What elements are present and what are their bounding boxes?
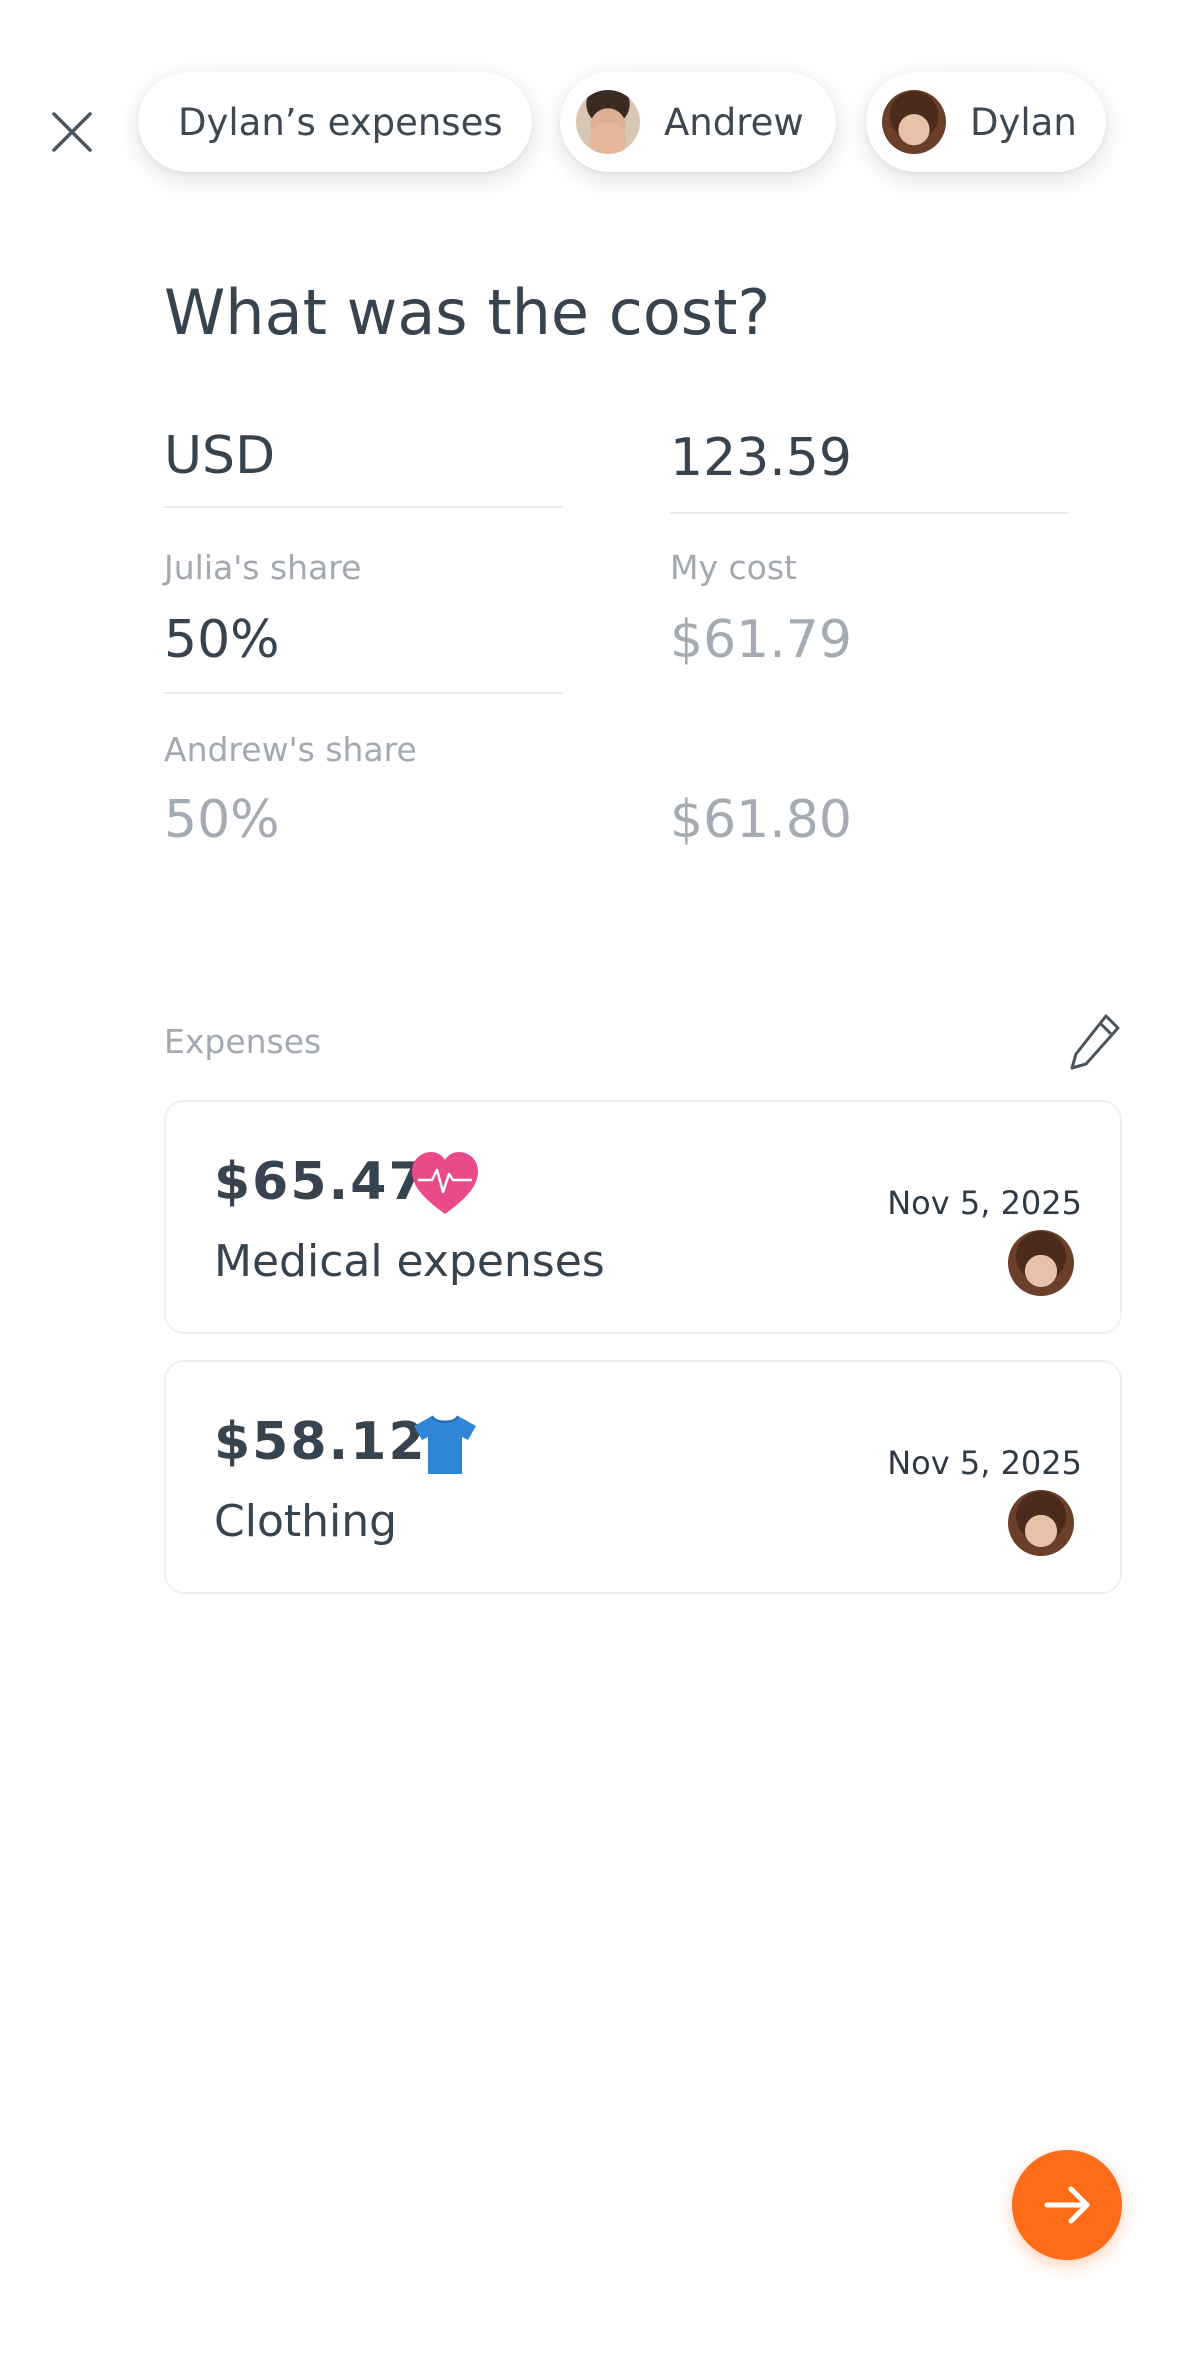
currency-field[interactable]: USD [164,426,275,486]
expense-date: Nov 5, 2025 [887,1444,1082,1482]
expense-card[interactable]: $65.47 Medical expenses Nov 5, 2025 [164,1100,1122,1334]
andrew-share-label: Andrew's share [164,730,417,769]
expense-amount: $65.47 [214,1152,427,1212]
next-button[interactable] [1012,2150,1122,2260]
tshirt-icon [410,1410,480,1480]
edit-expenses-button[interactable] [1064,1010,1124,1074]
currency-underline [164,506,562,508]
avatar [1008,1490,1074,1556]
page-title: What was the cost? [164,276,771,349]
expense-date: Nov 5, 2025 [887,1184,1082,1222]
avatar [882,90,946,154]
expense-amount: $58.12 [214,1412,427,1472]
close-icon [52,112,92,152]
close-button[interactable] [40,100,104,164]
participant-pill-andrew[interactable]: Andrew [560,72,836,172]
julia-share-underline [164,692,562,694]
julia-share-label: Julia's share [164,548,362,587]
pencil-icon [1070,1014,1120,1070]
expense-description: Medical expenses [214,1236,605,1287]
avatar [576,90,640,154]
expenses-section-label: Expenses [164,1022,322,1061]
expense-group-label: Dylan’s expenses [178,100,503,144]
andrew-cost-value: $61.80 [670,790,852,850]
julia-share-field[interactable]: 50% [164,610,280,670]
heart-pulse-icon [410,1150,480,1220]
my-cost-value: $61.79 [670,610,852,670]
avatar [1008,1230,1074,1296]
expense-card[interactable]: $58.12 Clothing Nov 5, 2025 [164,1360,1122,1594]
andrew-share-percent: 50% [164,790,280,850]
participant-name: Dylan [970,100,1077,144]
amount-underline [670,512,1068,514]
amount-field[interactable]: 123.59 [670,428,852,488]
participant-name: Andrew [664,100,804,144]
participant-pill-dylan[interactable]: Dylan [866,72,1106,172]
arrow-right-icon [1044,2186,1090,2224]
expense-description: Clothing [214,1496,398,1547]
expense-group-pill[interactable]: Dylan’s expenses [138,72,532,172]
my-cost-label: My cost [670,548,797,587]
